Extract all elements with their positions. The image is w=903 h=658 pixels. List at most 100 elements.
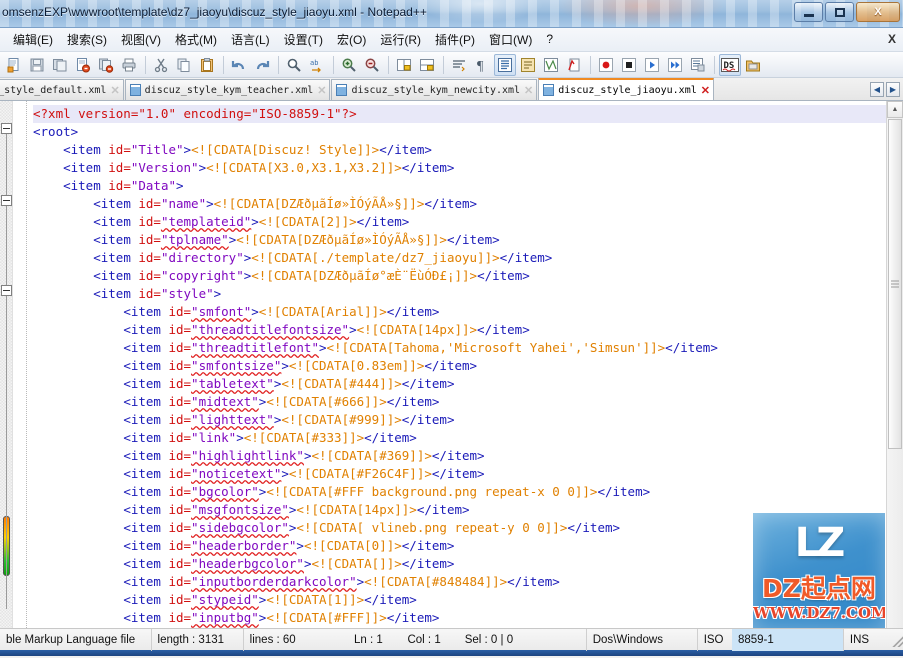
fold-toggle-style[interactable]	[1, 285, 12, 296]
scroll-up-button[interactable]: ▲	[887, 101, 903, 118]
ds-plugin-icon[interactable]: DS	[719, 53, 741, 76]
code-token-tag: </item>	[401, 376, 455, 391]
tab-close-icon[interactable]: ✕	[317, 84, 326, 97]
code-line[interactable]: <item id="lighttext"><![CDATA[#999]]></i…	[33, 411, 886, 429]
code-token-cdata: <![CDATA[]]>	[311, 556, 402, 571]
new-file-icon[interactable]	[3, 54, 25, 76]
code-line[interactable]: <item id="directory"><![CDATA[./template…	[33, 249, 886, 267]
zoom-out-icon[interactable]	[361, 54, 383, 76]
resize-grip[interactable]	[889, 632, 903, 647]
menu-item-9[interactable]: 窗口(W)	[482, 28, 539, 52]
code-line[interactable]: <item id="style">	[33, 285, 886, 303]
code-line[interactable]: <item id="midtext"><![CDATA[#666]]></ite…	[33, 393, 886, 411]
title-bar[interactable]: omsenzEXP\wwwroot\template\dz7_jiaoyu\di…	[0, 0, 903, 28]
save-all-icon[interactable]	[49, 54, 71, 76]
code-line[interactable]: <item id="bgcolor"><![CDATA[#FFF backgro…	[33, 483, 886, 501]
menu-item-0[interactable]: 编辑(E)	[6, 28, 60, 52]
code-line[interactable]: <item id="smfont"><![CDATA[Arial]]></ite…	[33, 303, 886, 321]
menu-item-3[interactable]: 格式(M)	[168, 28, 224, 52]
print-icon[interactable]	[118, 54, 140, 76]
macro-save-icon[interactable]	[687, 54, 709, 76]
menu-item-4[interactable]: 语言(L)	[224, 28, 277, 52]
word-wrap-icon[interactable]	[448, 54, 470, 76]
menu-item-7[interactable]: 运行(R)	[373, 28, 428, 52]
tab-scroll-right-button[interactable]: ▶	[886, 82, 900, 97]
redo-icon[interactable]	[251, 54, 273, 76]
menu-item-6[interactable]: 宏(O)	[330, 28, 373, 52]
code-line[interactable]: <item id="threadtitlefontsize"><![CDATA[…	[33, 321, 886, 339]
tab-scroll-left-button[interactable]: ◀	[870, 82, 884, 97]
document-tab-label: discuz_style_kym_newcity.xml	[351, 84, 521, 96]
menu-item-2[interactable]: 视图(V)	[114, 28, 168, 52]
code-line[interactable]: <item id="smfontsize"><![CDATA[0.83em]]>…	[33, 357, 886, 375]
document-map-icon[interactable]	[540, 54, 562, 76]
code-token-attr: id=	[138, 268, 161, 283]
menu-item-1[interactable]: 搜索(S)	[60, 28, 114, 52]
macro-record-icon[interactable]	[595, 54, 617, 76]
code-token-tag: <item	[123, 520, 169, 535]
tab-close-icon[interactable]: ✕	[701, 84, 710, 97]
menu-item-5[interactable]: 设置(T)	[277, 28, 330, 52]
code-line[interactable]: <item id="tplname"><![CDATA[DZÆðµãÍø»ÌÓý…	[33, 231, 886, 249]
code-line[interactable]: <item id="name"><![CDATA[DZÆðµãÍø»ÌÓýÃÅ»…	[33, 195, 886, 213]
document-tab-label: discuz_style_kym_teacher.xml	[144, 84, 314, 96]
macro-stop-icon[interactable]	[618, 54, 640, 76]
code-token-cdata: <![CDATA[DZÆðµãÍø»ÌÓýÃÅ»§]]>	[213, 196, 425, 211]
cut-icon[interactable]	[150, 54, 172, 76]
replace-icon[interactable]: ab	[306, 54, 328, 76]
code-line[interactable]: <item id="Title"><![CDATA[Discuz! Style]…	[33, 141, 886, 159]
code-line[interactable]: <item id="noticetext"><![CDATA[#F26C4F]]…	[33, 465, 886, 483]
code-token-val: "directory"	[160, 250, 244, 265]
paste-icon[interactable]	[196, 54, 218, 76]
code-line[interactable]: <item id="Data">	[33, 177, 886, 195]
code-line[interactable]: <item id="threadtitlefont"><![CDATA[Taho…	[33, 339, 886, 357]
tab-close-icon[interactable]: ✕	[110, 84, 119, 97]
tab-close-icon[interactable]: ✕	[524, 84, 533, 97]
maximize-button[interactable]	[825, 2, 854, 22]
code-line[interactable]: <item id="Version"><![CDATA[X3.0,X3.1,X3…	[33, 159, 886, 177]
save-file-icon[interactable]	[26, 54, 48, 76]
code-line[interactable]: <item id="highlightlink"><![CDATA[#369]]…	[33, 447, 886, 465]
sync-horizontal-scroll-icon[interactable]	[416, 54, 438, 76]
function-list-icon[interactable]	[563, 54, 585, 76]
code-line[interactable]: <item id="templateid"><![CDATA[2]]></ite…	[33, 213, 886, 231]
zoom-in-icon[interactable]	[338, 54, 360, 76]
copy-icon[interactable]	[173, 54, 195, 76]
code-line[interactable]: <item id="tabletext"><![CDATA[#444]]></i…	[33, 375, 886, 393]
open-containing-folder-icon[interactable]	[742, 54, 764, 76]
code-token-tag: >	[349, 322, 357, 337]
sync-vertical-scroll-icon[interactable]	[393, 54, 415, 76]
undo-icon[interactable]	[228, 54, 250, 76]
menu-item-10[interactable]: ?	[539, 29, 560, 50]
code-token-attr: id=	[138, 286, 161, 301]
close-document-button[interactable]: X	[888, 32, 896, 46]
code-line[interactable]: <item id="copyright"><![CDATA[DZÆðµãÍø°æ…	[33, 267, 886, 285]
indent-guide-icon[interactable]	[494, 53, 516, 76]
document-tab-3[interactable]: discuz_style_jiaoyu.xml ✕	[538, 78, 714, 100]
vertical-scroll-thumb[interactable]	[888, 119, 902, 449]
code-line[interactable]: <?xml version="1.0" encoding="ISO-8859-1…	[33, 105, 886, 123]
code-line[interactable]: <item id="link"><![CDATA[#333]]></item>	[33, 429, 886, 447]
fold-toggle-data[interactable]	[1, 195, 12, 206]
macro-run-multiple-icon[interactable]	[664, 54, 686, 76]
close-file-icon[interactable]	[72, 54, 94, 76]
code-line[interactable]: <root>	[33, 123, 886, 141]
code-token-cdata: <![CDATA[#FFF]]>	[266, 610, 387, 625]
vertical-scrollbar[interactable]: ▲	[886, 101, 903, 628]
macro-play-icon[interactable]	[641, 54, 663, 76]
toolbar-separator	[443, 55, 444, 74]
user-language-icon[interactable]	[517, 54, 539, 76]
document-tab-0[interactable]: scuz_style_default.xml✕	[0, 79, 124, 100]
close-all-icon[interactable]	[95, 54, 117, 76]
close-button[interactable]: X	[856, 2, 900, 22]
fold-margin[interactable]	[0, 101, 13, 628]
find-icon[interactable]	[283, 54, 305, 76]
document-tab-2[interactable]: discuz_style_kym_newcity.xml ✕	[331, 79, 538, 100]
menu-item-8[interactable]: 插件(P)	[428, 28, 482, 52]
minimize-button[interactable]	[794, 2, 823, 22]
document-tab-1[interactable]: discuz_style_kym_teacher.xml ✕	[124, 79, 331, 100]
fold-toggle-root[interactable]	[1, 123, 12, 134]
code-token-cdata: <![CDATA[0.83em]]>	[288, 358, 425, 373]
show-all-characters-icon[interactable]: ¶	[471, 54, 493, 76]
